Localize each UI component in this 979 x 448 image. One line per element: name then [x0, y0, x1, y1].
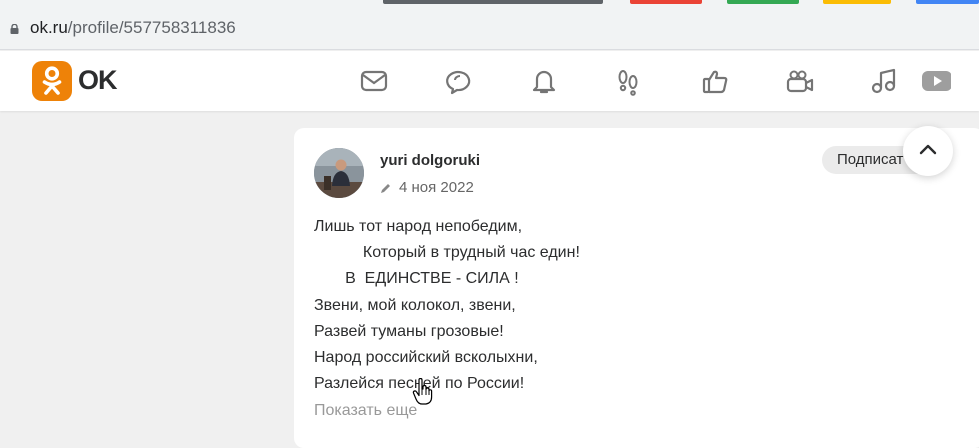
video-play-icon[interactable]: [921, 65, 951, 97]
url-host: ok.ru: [30, 18, 68, 37]
post-text: Лишь тот народ непобедим, Который в труд…: [314, 214, 934, 397]
post-text-line: Развей туманы грозовые!: [314, 322, 504, 340]
post-card: yuri dolgoruki 4 ноя 2022 Подписат Лишь …: [294, 128, 979, 448]
video-camera-icon[interactable]: [784, 65, 816, 97]
url-text[interactable]: ok.ru/profile/557758311836: [30, 18, 236, 38]
post-text-line: Народ российский всколыхни,: [314, 348, 538, 366]
chevron-up-icon: [919, 144, 937, 155]
author-name[interactable]: yuri dolgoruki: [380, 152, 480, 169]
browser-tab-strip: [0, 0, 979, 8]
post-text-line: Лишь тот народ непобедим,: [314, 218, 523, 235]
author-avatar[interactable]: [314, 148, 364, 198]
hand-cursor-icon: [412, 378, 433, 405]
browser-tab[interactable]: [916, 0, 979, 4]
post-text-line: Который в трудный час един!: [314, 244, 580, 262]
chat-icon[interactable]: [444, 65, 476, 97]
show-more-link[interactable]: Показать еще: [314, 402, 417, 420]
browser-tab[interactable]: [383, 0, 603, 4]
post-date-row: 4 ноя 2022: [380, 179, 474, 196]
address-bar[interactable]: ok.ru/profile/557758311836: [0, 8, 979, 50]
music-note-icon[interactable]: [868, 65, 900, 97]
url-path: /profile/557758311836: [67, 18, 236, 37]
mail-icon[interactable]: [358, 65, 390, 97]
thumbs-up-icon[interactable]: [699, 65, 731, 97]
pencil-icon: [381, 183, 390, 193]
brand-name[interactable]: OK: [78, 65, 117, 96]
bell-icon[interactable]: [528, 65, 560, 97]
browser-tab[interactable]: [823, 0, 891, 4]
browser-tab[interactable]: [727, 0, 799, 4]
ok-logo-icon[interactable]: [32, 61, 72, 101]
post-text-line: В ЕДИНСТВЕ - СИЛА !: [314, 270, 519, 288]
browser-tab[interactable]: [630, 0, 702, 4]
scroll-to-top-button[interactable]: [903, 126, 953, 176]
lock-icon: [10, 24, 19, 34]
post-text-line: Разлейся песней по России!: [314, 375, 525, 393]
post-text-line: Звени, мой колокол, звени,: [314, 296, 516, 314]
footprints-icon[interactable]: [612, 65, 644, 97]
site-header: OK: [0, 51, 979, 111]
post-date: 4 ноя 2022: [399, 179, 474, 196]
